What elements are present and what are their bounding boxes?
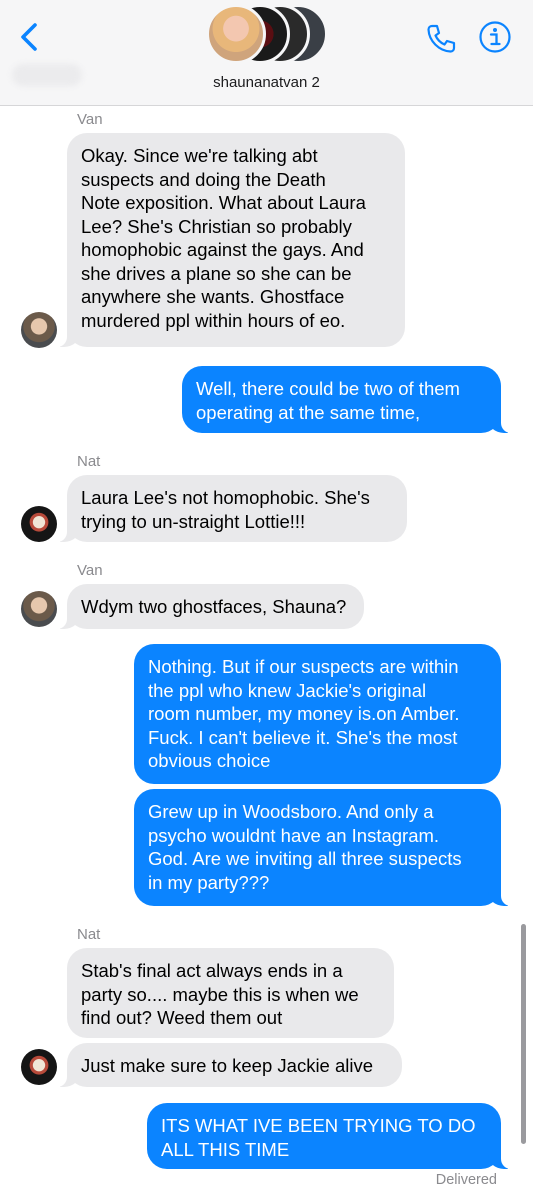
group-avatar-stack[interactable]: [206, 4, 328, 66]
message-bubble[interactable]: Well, there could be two of them operati…: [182, 366, 511, 433]
conversation-header: shaunanatvan 2: [0, 0, 533, 106]
message-text: Wdym two ghostfaces, Shauna?: [81, 596, 347, 617]
group-name[interactable]: shaunanatvan 2: [0, 74, 533, 91]
message-text: Stab's final act always ends in a party …: [81, 960, 359, 1028]
message-bubble[interactable]: Wdym two ghostfaces, Shauna?: [57, 584, 364, 629]
message-bubble[interactable]: Nothing. But if our suspects are within …: [134, 644, 501, 784]
back-button[interactable]: [16, 20, 46, 54]
sender-name: Van: [77, 111, 103, 128]
message-text: ITS WHAT IVE BEEN TRYING TO DO ALL THIS …: [161, 1115, 476, 1160]
avatar[interactable]: [21, 1049, 57, 1085]
delivered-status: Delivered: [435, 1172, 497, 1188]
scrollbar[interactable]: [521, 924, 526, 1144]
avatar[interactable]: [21, 506, 57, 542]
info-icon: [479, 21, 511, 53]
message-text: Well, there could be two of them operati…: [196, 378, 460, 423]
avatar[interactable]: [21, 591, 57, 627]
phone-icon: [427, 24, 456, 53]
message-bubble[interactable]: Just make sure to keep Jackie alive: [57, 1043, 402, 1087]
avatar[interactable]: [21, 312, 57, 348]
call-button[interactable]: [424, 22, 458, 56]
sender-name: Van: [77, 562, 103, 579]
message-text: Grew up in Woodsboro. And only a psycho …: [148, 801, 462, 893]
avatar: [206, 4, 266, 64]
sender-name: Nat: [77, 926, 101, 943]
message-bubble[interactable]: Grew up in Woodsboro. And only a psycho …: [134, 789, 511, 906]
message-bubble[interactable]: Stab's final act always ends in a party …: [67, 948, 394, 1038]
message-text: Laura Lee's not homophobic. She's trying…: [81, 487, 370, 532]
message-bubble[interactable]: Laura Lee's not homophobic. She's trying…: [57, 475, 407, 542]
info-button[interactable]: [478, 20, 512, 54]
message-text: Okay. Since we're talking abt suspects a…: [81, 145, 366, 331]
message-bubble[interactable]: ITS WHAT IVE BEEN TRYING TO DO ALL THIS …: [147, 1103, 511, 1169]
message-text: Nothing. But if our suspects are within …: [148, 656, 460, 771]
message-text: Just make sure to keep Jackie alive: [81, 1055, 374, 1076]
message-bubble[interactable]: Okay. Since we're talking abt suspects a…: [57, 133, 405, 347]
chevron-left-icon: [21, 23, 37, 51]
sender-name: Nat: [77, 453, 101, 470]
